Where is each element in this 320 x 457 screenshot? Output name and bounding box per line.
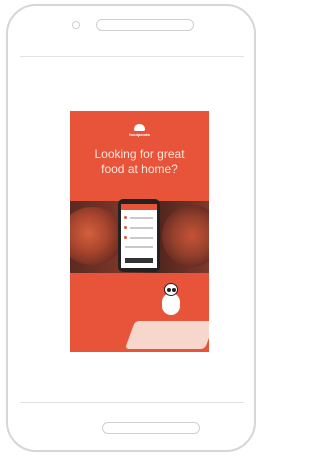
brand-name: foodpanda [129,132,150,137]
promo-poster[interactable]: foodpanda Looking for great food at home… [70,111,209,352]
food-plate [124,321,209,349]
screenshot: foodpanda Looking for great food at home… [0,0,264,457]
app-preview-row [130,237,153,239]
app-preview-row [125,246,153,248]
home-button[interactable] [102,422,200,434]
panda-eye [172,288,176,292]
pizza-image-right [162,205,209,267]
app-preview-header [121,204,157,210]
list-bullet-icon [124,216,127,219]
pizza-image-left [70,207,124,265]
app-preview-row [130,217,153,219]
panda-head [164,283,178,296]
promo-headline: Looking for great food at home? [94,147,185,176]
camera-icon [72,21,80,29]
panda-mascot-icon [162,293,180,315]
app-preview-button [125,258,153,263]
list-bullet-icon [124,226,127,229]
app-preview-row [130,227,153,229]
foodpanda-logo-icon [134,124,145,131]
app-preview-screen [121,204,157,268]
speaker-grille [96,19,194,31]
panda-eye [167,288,171,292]
list-bullet-icon [124,236,127,239]
app-preview-phone [118,199,160,272]
